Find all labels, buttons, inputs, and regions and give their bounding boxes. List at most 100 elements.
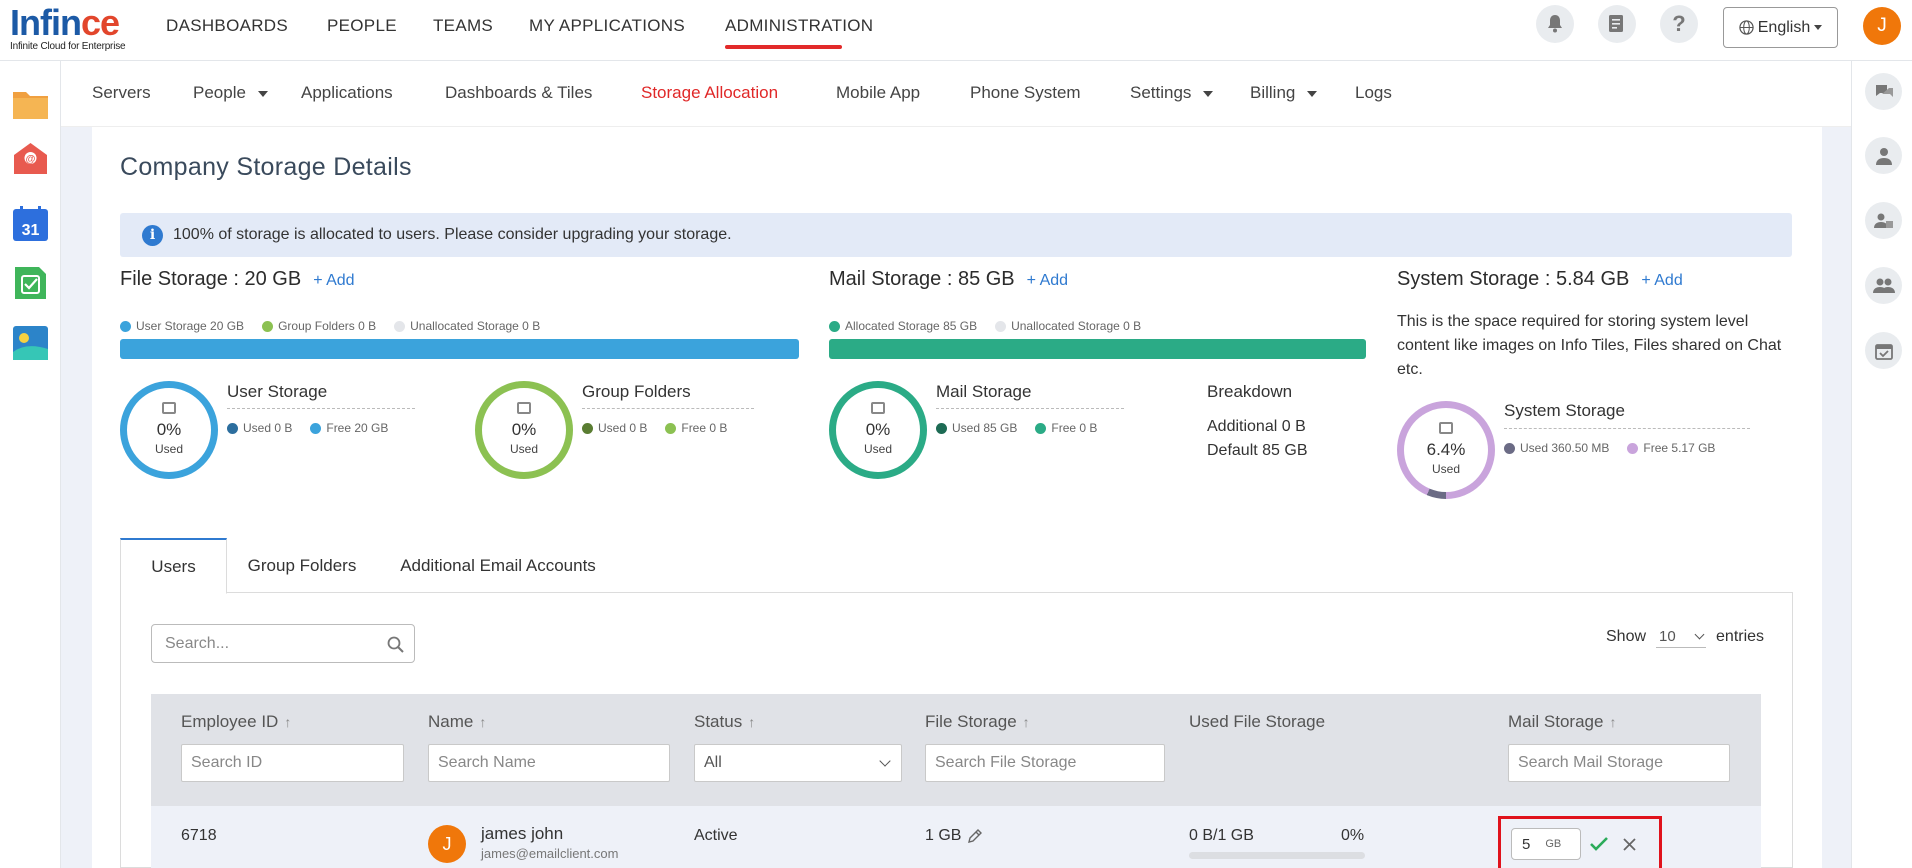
svg-text:@: @ <box>26 154 36 165</box>
group-folders-ring: 0% Used <box>475 381 573 479</box>
topnav-administration[interactable]: ADMINISTRATION <box>725 16 873 36</box>
system-storage-ring: 6.4% Used <box>1397 401 1495 499</box>
show-label: Show <box>1606 628 1647 645</box>
user-storage-ring: 0% Used <box>120 381 218 479</box>
profile-button[interactable] <box>1865 137 1902 174</box>
file-storage-title: File Storage : 20 GB + Add <box>120 268 355 290</box>
subnav-phone-system[interactable]: Phone System <box>970 83 1081 103</box>
topnav-my-applications[interactable]: MY APPLICATIONS <box>529 16 685 36</box>
mail-ring-title: Mail Storage <box>936 382 1032 401</box>
subnav-billing[interactable]: Billing <box>1250 83 1318 103</box>
mail-storage-legend: Allocated Storage 85 GB Unallocated Stor… <box>829 319 1141 333</box>
file-storage-add-link[interactable]: + Add <box>313 272 354 289</box>
files-app-icon[interactable] <box>12 86 49 122</box>
subnav-mobile-app[interactable]: Mobile App <box>836 83 920 103</box>
chevron-down-icon <box>1814 25 1823 30</box>
filter-name-input[interactable]: Search Name <box>428 744 670 782</box>
tab-group-folders[interactable]: Group Folders <box>228 538 376 593</box>
pencil-edit-icon[interactable] <box>967 828 983 844</box>
storage-alert: i 100% of storage is allocated to users.… <box>120 213 1792 257</box>
bell-icon <box>1548 15 1562 33</box>
subnav-logs[interactable]: Logs <box>1355 83 1392 103</box>
cell-used-file-storage: 0 B/1 GB <box>1189 827 1254 844</box>
calendar-check-icon <box>1874 343 1893 360</box>
notifications-button[interactable] <box>1536 5 1574 43</box>
page-size-select[interactable]: 10 <box>1656 626 1707 648</box>
user-storage-legend: Used 0 B Free 20 GB <box>227 421 388 435</box>
subnav-settings[interactable]: Settings <box>1130 83 1214 103</box>
check-icon[interactable] <box>1589 836 1609 852</box>
table-header: Employee ID ↑ Name ↑ Status ↑ File Storage ↑… <box>151 694 1761 806</box>
search-icon[interactable] <box>387 636 404 653</box>
used-file-storage-progress <box>1189 852 1365 859</box>
filter-id-input[interactable]: Search ID <box>181 744 404 782</box>
mail-storage-add-link[interactable]: + Add <box>1027 272 1068 289</box>
filter-status-select[interactable]: All <box>694 744 902 782</box>
user-avatar[interactable]: J <box>1863 7 1901 45</box>
col-status[interactable]: Status ↑ <box>694 712 755 732</box>
mail-storage-pct: 0% <box>865 420 891 439</box>
brand-logo[interactable]: Infince Infinite Cloud for Enterprise <box>10 4 128 56</box>
subnav-people[interactable]: People <box>193 83 268 103</box>
filter-file-storage-input[interactable]: Search File Storage <box>925 744 1165 782</box>
system-storage-add-link[interactable]: + Add <box>1641 272 1682 289</box>
col-employee-id[interactable]: Employee ID ↑ <box>181 712 291 732</box>
cell-status: Active <box>694 827 738 844</box>
mail-storage-bar <box>829 339 1366 359</box>
tab-users[interactable]: Users <box>120 538 227 594</box>
system-storage-pct: 6.4% <box>1426 440 1466 459</box>
user-storage-used-label: Used <box>154 442 183 456</box>
mail-storage-input[interactable]: 5 GB <box>1511 828 1581 860</box>
close-icon[interactable] <box>1622 837 1637 852</box>
mail-storage-ring: 0% Used <box>829 381 927 479</box>
breakdown-title: Breakdown <box>1207 382 1293 401</box>
sort-arrow-icon: ↑ <box>748 714 756 730</box>
table-search-input[interactable] <box>151 624 415 663</box>
chat-bubbles-icon <box>1875 84 1893 97</box>
calendar-check-button[interactable] <box>1865 332 1902 369</box>
chat-button[interactable] <box>1865 73 1902 110</box>
system-storage-description: This is the space required for storing s… <box>1397 313 1782 378</box>
group-folders-pct: 0% <box>511 420 537 439</box>
svg-text:31: 31 <box>22 222 40 239</box>
topnav-teams[interactable]: TEAMS <box>433 16 493 36</box>
teams-button[interactable] <box>1865 267 1902 304</box>
user-storage-title: User Storage <box>227 382 328 401</box>
col-mail-storage[interactable]: Mail Storage ↑ <box>1508 712 1616 732</box>
cell-user-name[interactable]: james john <box>481 824 563 844</box>
tab-additional-email-accounts[interactable]: Additional Email Accounts <box>388 538 608 593</box>
language-selector[interactable]: English <box>1723 7 1838 48</box>
breakdown-default: Default 85 GB <box>1207 442 1308 459</box>
entries-label: entries <box>1716 628 1765 645</box>
database-icon <box>162 402 176 414</box>
calendar-app-icon[interactable]: 31 <box>12 206 49 242</box>
col-file-storage[interactable]: File Storage ↑ <box>925 712 1030 732</box>
subnav-dashboards-tiles[interactable]: Dashboards & Tiles <box>445 83 592 103</box>
photos-app-icon[interactable] <box>12 325 49 361</box>
topnav-dashboards[interactable]: DASHBOARDS <box>166 16 288 36</box>
cell-used-pct: 0% <box>1341 827 1365 844</box>
subnav-applications[interactable]: Applications <box>301 83 393 103</box>
divider <box>227 408 415 409</box>
filter-mail-storage-input[interactable]: Search Mail Storage <box>1508 744 1730 782</box>
mail-storage-used-label: Used <box>863 442 892 456</box>
tasks-app-icon[interactable] <box>12 265 49 301</box>
col-name[interactable]: Name ↑ <box>428 712 486 732</box>
file-storage-bar <box>120 339 799 359</box>
chevron-down-icon <box>1694 629 1705 640</box>
caret-down-icon <box>257 90 268 97</box>
cell-employee-id: 6718 <box>181 827 217 844</box>
subnav-storage-allocation[interactable]: Storage Allocation <box>641 83 778 103</box>
sort-arrow-icon: ↑ <box>1022 714 1030 730</box>
topnav-people[interactable]: PEOPLE <box>327 16 397 36</box>
system-ring-title: System Storage <box>1504 401 1625 420</box>
help-button[interactable]: ? <box>1660 5 1698 43</box>
page-size-control: Show 10 entries <box>1606 626 1764 648</box>
mail-storage-title: Mail Storage : 85 GB + Add <box>829 268 1069 290</box>
tasks-button[interactable] <box>1598 5 1636 43</box>
legend-group-folders: Group Folders 0 B <box>262 319 376 333</box>
database-icon <box>871 402 885 414</box>
contacts-button[interactable] <box>1865 202 1902 239</box>
subnav-servers[interactable]: Servers <box>92 83 151 103</box>
mail-app-icon[interactable]: @ <box>12 141 49 177</box>
